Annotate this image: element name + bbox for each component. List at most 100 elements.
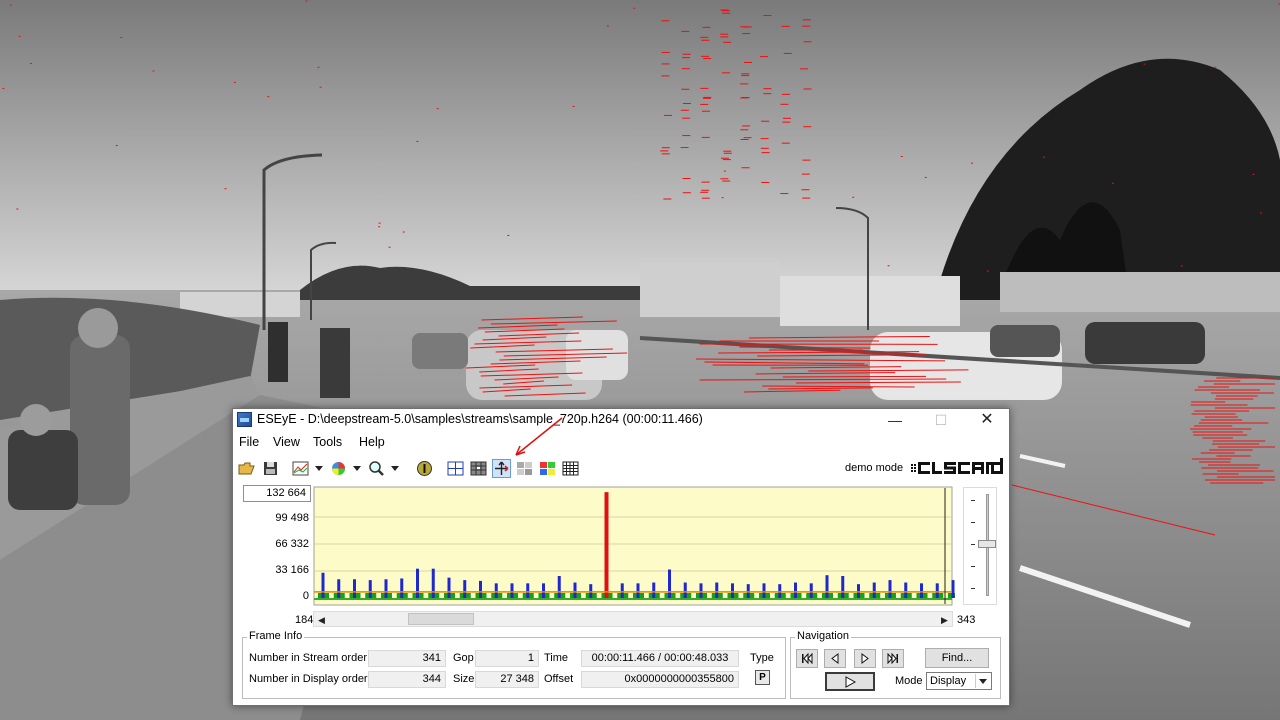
blue-bar xyxy=(715,582,719,598)
offset-field[interactable]: 0x0000000000355800 xyxy=(581,671,739,688)
blue-bar xyxy=(573,582,577,598)
scroll-left-icon[interactable]: ◀ xyxy=(318,615,325,626)
pedestrian xyxy=(268,322,288,382)
info-circle-icon[interactable] xyxy=(415,459,434,478)
find-button[interactable]: Find... xyxy=(925,648,989,668)
person-head-blurred xyxy=(78,308,118,348)
navigation-title: Navigation xyxy=(795,630,851,642)
macroblock-color-icon[interactable] xyxy=(538,459,557,478)
blue-bar xyxy=(731,583,734,598)
grid-lines-icon[interactable] xyxy=(446,459,465,478)
app-icon xyxy=(237,412,252,427)
step-back-icon[interactable] xyxy=(824,649,846,668)
red-bar xyxy=(604,492,609,598)
open-folder-icon[interactable] xyxy=(237,459,256,478)
toolbar: demo mode xyxy=(237,457,1007,479)
blue-bar xyxy=(668,569,671,598)
size-label: Size xyxy=(453,673,475,685)
macroblock-gray-icon[interactable] xyxy=(515,459,534,478)
bus xyxy=(1000,272,1280,312)
chevron-down-icon[interactable] xyxy=(353,466,361,471)
mode-select-value: Display xyxy=(930,675,967,687)
blue-bar xyxy=(872,582,876,598)
menu-file[interactable]: File xyxy=(239,435,259,449)
scroll-right-icon[interactable]: ▶ xyxy=(941,615,948,626)
type-label: Type xyxy=(750,652,774,664)
range-start-label: 184 xyxy=(295,614,314,626)
menu-view[interactable]: View xyxy=(273,435,300,449)
stream-order-field[interactable]: 341 xyxy=(368,650,446,667)
menu-help[interactable]: Help xyxy=(359,435,385,449)
blue-bar xyxy=(794,582,797,598)
color-wheel-icon[interactable] xyxy=(329,459,348,478)
blue-bar xyxy=(384,579,388,598)
mode-select[interactable]: Display xyxy=(926,672,992,690)
cyclist xyxy=(320,328,350,398)
size-field[interactable]: 27 348 xyxy=(475,671,539,688)
skip-to-last-icon[interactable] xyxy=(882,649,904,668)
car xyxy=(1085,322,1205,364)
scrollbar-thumb[interactable] xyxy=(408,613,474,625)
chevron-down-icon[interactable] xyxy=(315,466,323,471)
play-button[interactable] xyxy=(825,672,875,691)
minimize-button[interactable]: — xyxy=(873,409,917,431)
chart-view-icon[interactable] xyxy=(291,459,310,478)
person xyxy=(70,335,130,505)
blue-bar xyxy=(557,576,561,598)
blue-bar xyxy=(841,576,845,598)
blue-bar xyxy=(479,580,482,598)
zoom-icon[interactable] xyxy=(367,459,386,478)
y-axis-max[interactable]: 132 664 xyxy=(243,485,311,502)
blue-bar xyxy=(888,580,892,598)
y-tick-label: 66 332 xyxy=(275,538,309,550)
blue-bar xyxy=(762,583,766,598)
slider-tick xyxy=(971,500,975,501)
display-order-field[interactable]: 344 xyxy=(368,671,446,688)
car xyxy=(990,325,1060,357)
time-field[interactable]: 00:00:11.466 / 00:00:48.033 xyxy=(581,650,739,667)
slider-thumb[interactable] xyxy=(978,540,996,548)
motion-vectors-icon[interactable] xyxy=(492,459,511,478)
chevron-down-icon[interactable] xyxy=(391,466,399,471)
car xyxy=(566,330,628,380)
blue-bar xyxy=(494,583,498,598)
window-title: ESEyE - D:\deepstream-5.0\samples\stream… xyxy=(257,412,703,426)
menu-tools[interactable]: Tools xyxy=(313,435,342,449)
blue-bar xyxy=(589,584,593,598)
skip-to-first-icon[interactable] xyxy=(796,649,818,668)
block-grid-icon[interactable] xyxy=(469,459,488,478)
child-head-blurred xyxy=(20,404,52,436)
eseye-window[interactable]: ESEyE - D:\deepstream-5.0\samples\stream… xyxy=(232,408,1010,706)
blue-bar xyxy=(400,578,404,598)
table-grid-icon[interactable] xyxy=(561,459,580,478)
time-label: Time xyxy=(544,652,569,664)
slider-tick xyxy=(971,544,975,545)
blue-bar xyxy=(652,582,656,598)
blue-bar xyxy=(337,579,341,598)
y-tick-label: 99 498 xyxy=(275,512,309,524)
frame-size-chart[interactable] xyxy=(313,486,955,606)
step-forward-icon[interactable] xyxy=(854,649,876,668)
close-button[interactable]: ✕ xyxy=(965,409,1009,431)
clscard-logo xyxy=(911,458,1003,474)
blue-bar xyxy=(951,580,955,598)
frame-scrollbar[interactable]: ◀ ▶ xyxy=(313,611,953,627)
gop-field[interactable]: 1 xyxy=(475,650,539,667)
y-tick-label: 33 166 xyxy=(275,564,309,576)
blue-bar xyxy=(620,583,624,598)
mode-label: Mode xyxy=(895,675,923,687)
frame-info-title: Frame Info xyxy=(247,630,305,642)
y-zoom-slider[interactable] xyxy=(963,487,997,605)
y-tick-label: 0 xyxy=(302,590,309,602)
save-icon[interactable] xyxy=(261,459,280,478)
display-order-label: Number in Display order xyxy=(249,673,368,685)
blue-bar xyxy=(904,582,908,598)
range-end-label: 343 xyxy=(957,614,976,626)
building xyxy=(780,276,960,326)
maximize-button[interactable]: ☐ xyxy=(919,409,963,431)
blue-bar xyxy=(857,584,860,598)
slider-tick xyxy=(971,566,975,567)
title-bar[interactable]: ESEyE - D:\deepstream-5.0\samples\stream… xyxy=(233,409,1009,431)
chevron-down-icon[interactable] xyxy=(975,674,990,688)
menu-bar: File View Tools Help xyxy=(233,433,1009,453)
